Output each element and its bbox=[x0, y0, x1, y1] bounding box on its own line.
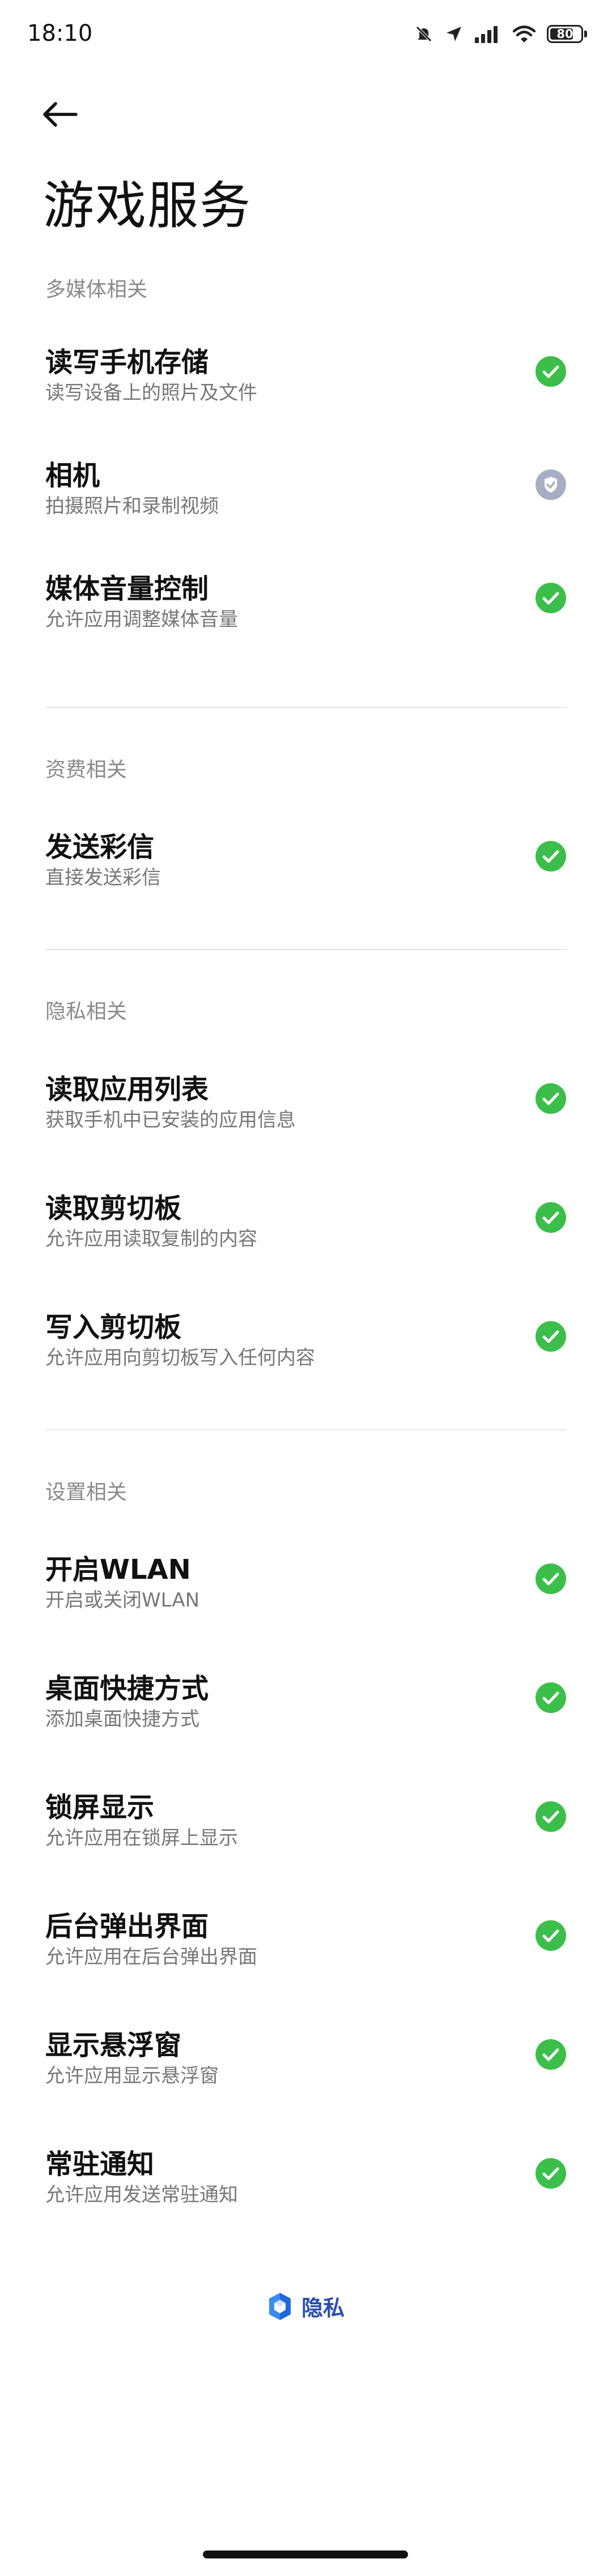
status-time: 18:10 bbox=[27, 20, 93, 46]
permission-title: 读写手机存储 bbox=[45, 347, 209, 378]
page-title: 游戏服务 bbox=[43, 176, 252, 236]
permission-desc: 开启或关闭WLAN bbox=[45, 1589, 200, 1612]
wifi-icon bbox=[513, 25, 536, 42]
permission-item[interactable]: 后台弹出界面 允许应用在后台弹出界面 bbox=[0, 1904, 612, 2017]
privacy-footer[interactable]: 隐私 bbox=[0, 2291, 612, 2322]
permission-title: 写入剪切板 bbox=[45, 1312, 182, 1343]
permission-item[interactable]: 读取应用列表 获取手机中已安装的应用信息 bbox=[0, 1067, 612, 1180]
permission-item[interactable]: 锁屏显示 允许应用在锁屏上显示 bbox=[0, 1785, 612, 1898]
permission-title: 常驻通知 bbox=[45, 2148, 155, 2180]
status-icons: 80 bbox=[414, 22, 587, 46]
permission-item[interactable]: 相机 拍摄照片和录制视频 bbox=[0, 453, 612, 566]
divider bbox=[45, 1429, 567, 1430]
check-circle-icon bbox=[536, 1801, 566, 1832]
section-header-settings: 设置相关 bbox=[45, 1481, 128, 1504]
permission-desc: 获取手机中已安装的应用信息 bbox=[45, 1109, 296, 1131]
permission-title: 相机 bbox=[45, 460, 100, 492]
permission-desc: 读写设备上的照片及文件 bbox=[45, 382, 257, 404]
status-bar: 18:10 80 bbox=[0, 0, 612, 68]
permission-title: 读取应用列表 bbox=[45, 1074, 209, 1105]
battery-text: 80 bbox=[556, 27, 573, 41]
location-icon bbox=[447, 27, 461, 41]
check-circle-icon bbox=[536, 2158, 566, 2189]
permission-item[interactable]: 读取剪切板 允许应用读取复制的内容 bbox=[0, 1186, 612, 1299]
permission-title: 发送彩信 bbox=[45, 831, 155, 863]
check-circle-icon bbox=[536, 2039, 566, 2070]
permission-title: 读取剪切板 bbox=[45, 1193, 182, 1224]
signal-icon bbox=[475, 26, 498, 43]
permission-item[interactable]: 显示悬浮窗 允许应用显示悬浮窗 bbox=[0, 2023, 612, 2136]
permission-item[interactable]: 桌面快捷方式 添加桌面快捷方式 bbox=[0, 1666, 612, 1779]
check-circle-icon bbox=[536, 1202, 566, 1233]
mute-icon bbox=[416, 26, 432, 42]
check-circle-icon bbox=[536, 841, 566, 872]
permission-item[interactable]: 读写手机存储 读写设备上的照片及文件 bbox=[0, 340, 612, 453]
permission-title: 开启WLAN bbox=[45, 1554, 191, 1586]
check-circle-icon bbox=[536, 1920, 566, 1951]
check-circle-icon bbox=[536, 583, 566, 613]
permission-desc: 允许应用发送常驻通知 bbox=[45, 2184, 238, 2206]
permission-desc: 添加桌面快捷方式 bbox=[45, 1708, 199, 1731]
permission-desc: 允许应用调整媒体音量 bbox=[45, 608, 238, 631]
shield-check-circle-icon bbox=[536, 469, 566, 500]
section-header-charges: 资费相关 bbox=[45, 758, 128, 781]
permission-item[interactable]: 常驻通知 允许应用发送常驻通知 bbox=[0, 2142, 612, 2255]
permission-desc: 允许应用显示悬浮窗 bbox=[45, 2065, 219, 2087]
section-header-multimedia: 多媒体相关 bbox=[45, 278, 148, 301]
privacy-label: 隐私 bbox=[301, 2296, 345, 2321]
back-button[interactable] bbox=[39, 93, 82, 136]
divider bbox=[45, 949, 567, 950]
check-circle-icon bbox=[536, 1321, 566, 1352]
permission-item[interactable]: 写入剪切板 允许应用向剪切板写入任何内容 bbox=[0, 1305, 612, 1418]
permission-desc: 允许应用在后台弹出界面 bbox=[45, 1946, 257, 1968]
home-indicator[interactable] bbox=[203, 2551, 408, 2558]
permission-title: 桌面快捷方式 bbox=[45, 1673, 209, 1704]
permission-title: 显示悬浮窗 bbox=[45, 2030, 182, 2061]
permission-desc: 允许应用在锁屏上显示 bbox=[45, 1827, 238, 1849]
permission-title: 锁屏显示 bbox=[45, 1792, 155, 1823]
check-circle-icon bbox=[536, 1563, 566, 1594]
permission-desc: 允许应用读取复制的内容 bbox=[45, 1228, 257, 1250]
check-circle-icon bbox=[536, 1083, 566, 1114]
check-circle-icon bbox=[536, 356, 566, 387]
permission-title: 后台弹出界面 bbox=[45, 1911, 209, 1942]
permission-desc: 拍摄照片和录制视频 bbox=[45, 495, 219, 518]
privacy-shield-icon bbox=[269, 2292, 291, 2320]
permission-item[interactable]: 媒体音量控制 允许应用调整媒体音量 bbox=[0, 566, 612, 680]
section-header-privacy: 隐私相关 bbox=[45, 1000, 128, 1023]
permission-title: 媒体音量控制 bbox=[45, 573, 209, 605]
divider bbox=[45, 707, 567, 708]
permission-item[interactable]: 开启WLAN 开启或关闭WLAN bbox=[0, 1547, 612, 1660]
battery-icon: 80 bbox=[547, 25, 587, 43]
check-circle-icon bbox=[536, 1682, 566, 1713]
permission-desc: 直接发送彩信 bbox=[45, 866, 161, 889]
permission-desc: 允许应用向剪切板写入任何内容 bbox=[45, 1347, 315, 1369]
arrow-left-icon bbox=[43, 102, 78, 127]
permission-item[interactable]: 发送彩信 直接发送彩信 bbox=[0, 825, 612, 938]
